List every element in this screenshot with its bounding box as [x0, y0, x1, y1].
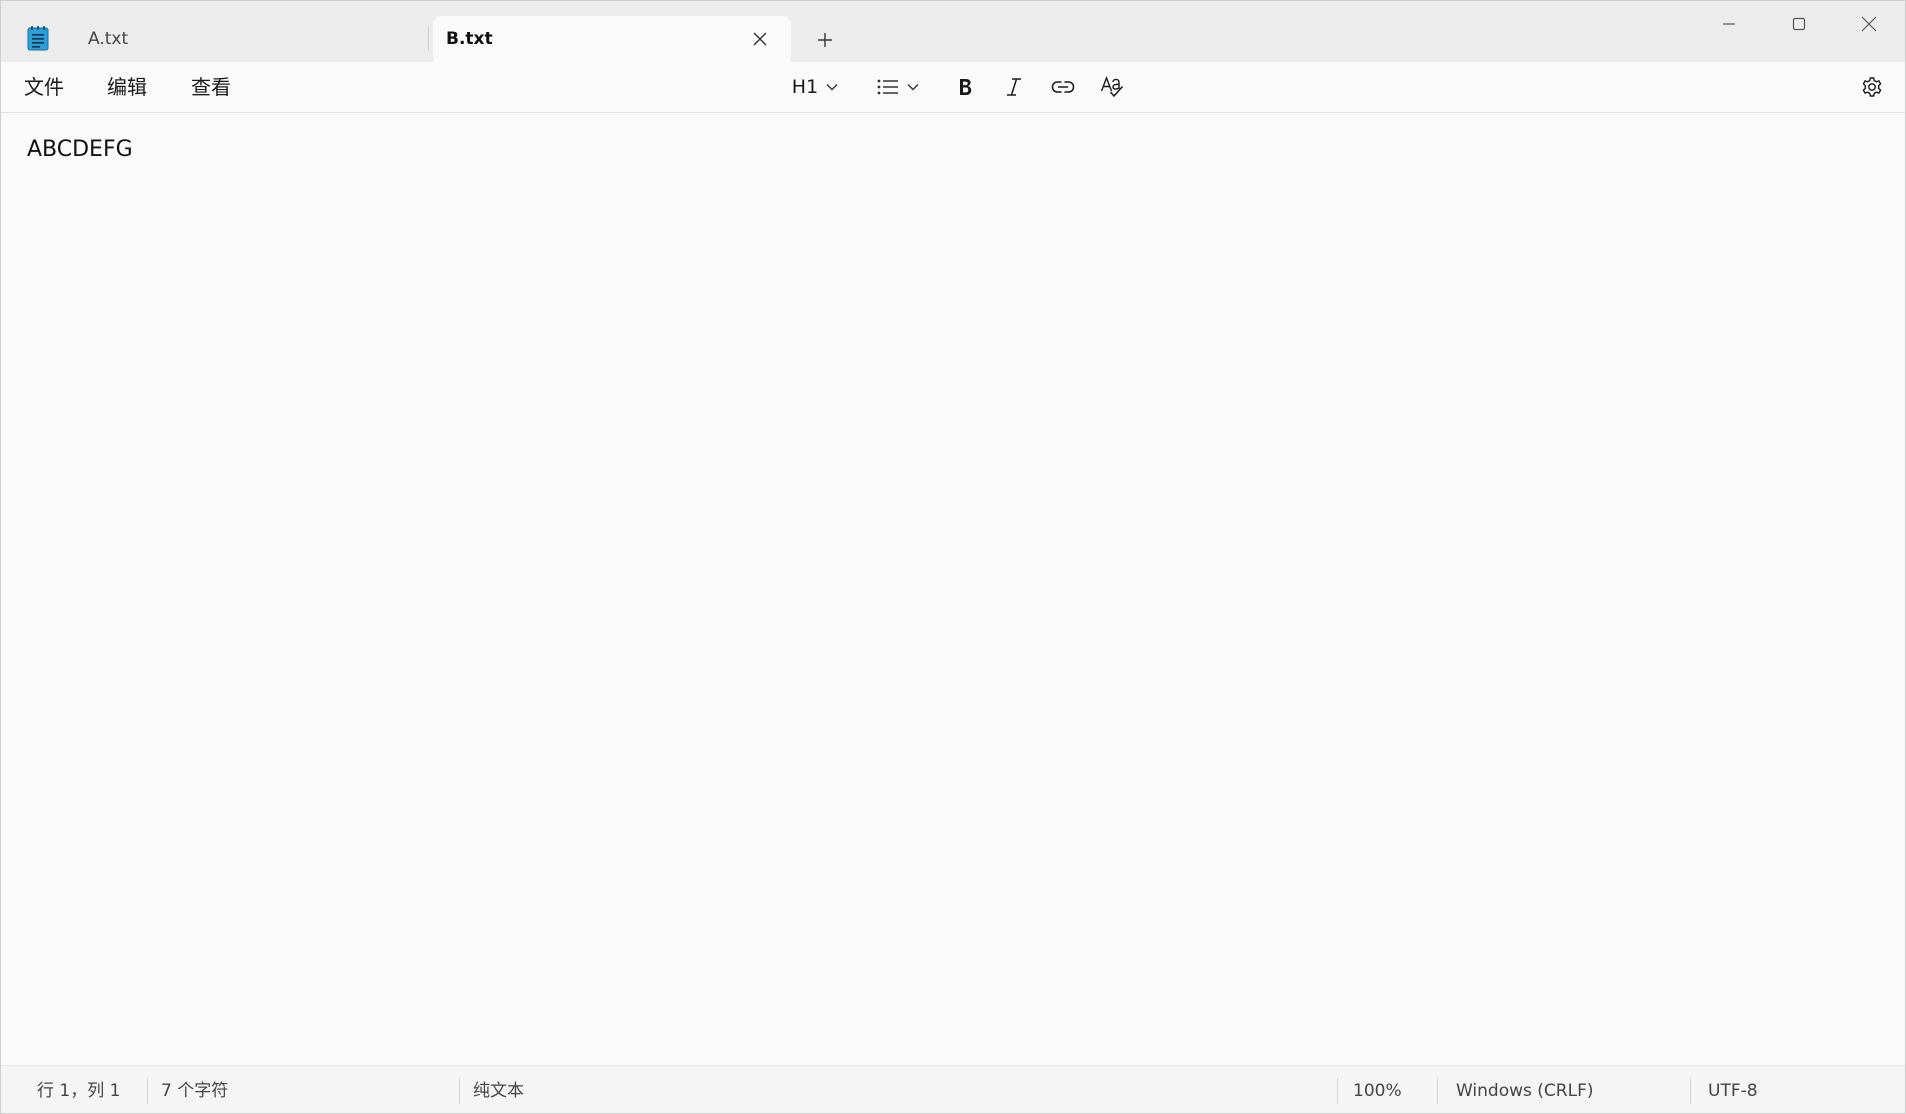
notepad-icon: [27, 25, 49, 51]
chevron-down-icon: [907, 83, 919, 91]
menu-edit[interactable]: 编辑: [107, 74, 147, 100]
menu-file[interactable]: 文件: [24, 74, 64, 100]
spellcheck-button[interactable]: [1097, 73, 1127, 101]
status-divider: [1690, 1078, 1691, 1104]
editor-content[interactable]: ABCDEFG: [27, 137, 133, 162]
notepad-window: A.txt B.txt 文件 编辑 查看 H1 ABCDEFG 行 1，列 1 …: [0, 0, 1906, 1114]
list-dropdown[interactable]: [871, 73, 925, 101]
tab-b-txt[interactable]: B.txt: [433, 16, 791, 62]
text-editor[interactable]: ABCDEFG: [1, 113, 1905, 1064]
link-icon: [1051, 80, 1075, 94]
italic-icon: [1005, 77, 1023, 97]
gear-icon: [1860, 75, 1884, 99]
status-line-ending[interactable]: Windows (CRLF): [1456, 1080, 1594, 1102]
status-zoom[interactable]: 100%: [1353, 1080, 1402, 1102]
menu-view[interactable]: 查看: [191, 74, 231, 100]
link-button[interactable]: [1048, 73, 1078, 101]
settings-button[interactable]: [1857, 73, 1887, 101]
status-divider: [1437, 1078, 1438, 1104]
status-bar: 行 1，列 1 7 个字符 纯文本 100% Windows (CRLF) UT…: [1, 1065, 1905, 1113]
bulleted-list-icon: [877, 79, 899, 95]
status-divider: [1337, 1078, 1338, 1104]
close-icon[interactable]: [751, 30, 769, 48]
minimize-icon[interactable]: [1697, 9, 1761, 39]
status-format[interactable]: 纯文本: [473, 1080, 524, 1102]
status-encoding[interactable]: UTF-8: [1708, 1080, 1758, 1102]
bold-icon: [957, 77, 973, 97]
close-icon[interactable]: [1837, 9, 1901, 39]
tab-label: B.txt: [446, 29, 493, 49]
title-bar: A.txt B.txt: [1, 1, 1905, 62]
plus-icon[interactable]: [809, 26, 841, 54]
tab-a-txt[interactable]: A.txt: [63, 16, 429, 62]
chevron-down-icon: [826, 83, 838, 91]
spellcheck-icon: [1100, 76, 1124, 98]
status-char-count: 7 个字符: [161, 1081, 229, 1101]
heading-label: H1: [791, 76, 819, 98]
menu-bar: 文件 编辑 查看 H1: [1, 62, 1905, 113]
status-divider: [147, 1078, 148, 1104]
italic-button[interactable]: [1000, 73, 1028, 101]
bold-button[interactable]: [951, 73, 979, 101]
maximize-icon[interactable]: [1767, 9, 1831, 39]
heading-dropdown[interactable]: H1: [787, 73, 843, 101]
status-divider: [459, 1078, 460, 1104]
status-cursor-position: 行 1，列 1: [37, 1081, 121, 1101]
tab-label: A.txt: [88, 29, 129, 49]
